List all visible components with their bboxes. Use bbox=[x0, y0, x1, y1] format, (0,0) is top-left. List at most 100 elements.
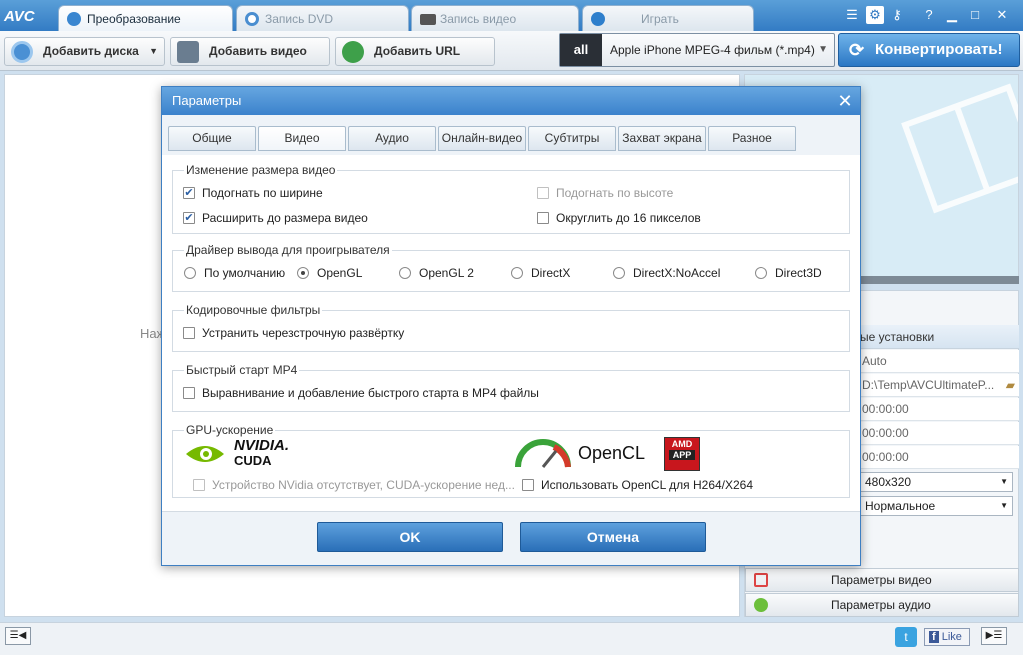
app-logo: AVC bbox=[4, 8, 35, 25]
profile-label: Apple iPhone MPEG-4 фильм (*.mp4) bbox=[610, 43, 815, 57]
resolution-select[interactable]: 480x320 ▼ bbox=[860, 472, 1013, 492]
tab-subtitles[interactable]: Субтитры bbox=[528, 126, 616, 151]
driver-direct3d-radio[interactable] bbox=[755, 267, 767, 279]
driver-directx-noaccel-radio[interactable] bbox=[613, 267, 625, 279]
deinterlace-checkbox[interactable] bbox=[183, 327, 195, 339]
ok-button[interactable]: OK bbox=[317, 522, 503, 552]
dialog-footer bbox=[162, 511, 860, 565]
deinterlace-label: Устранить черезстрочную развёртку bbox=[202, 326, 405, 340]
driver-directx-noaccel-label: DirectX:NoAccel bbox=[633, 266, 721, 280]
opencl-logo: OpenCL bbox=[578, 443, 646, 463]
collapse-left-button[interactable]: ☰◀ bbox=[5, 627, 31, 645]
cuda-logo: CUDA bbox=[234, 453, 272, 468]
convert-button[interactable]: ⟳ Конвертировать! bbox=[838, 33, 1020, 67]
disc-icon bbox=[11, 41, 33, 63]
video-params-button[interactable]: Параметры видео bbox=[745, 568, 1019, 592]
quality-select[interactable]: Нормальное ▼ bbox=[860, 496, 1013, 516]
audio-params-button[interactable]: Параметры аудио bbox=[745, 593, 1019, 617]
nvidia-eye-icon bbox=[184, 440, 226, 468]
driver-opengl-radio[interactable] bbox=[297, 267, 309, 279]
chevron-down-icon: ▼ bbox=[1000, 477, 1008, 486]
driver-opengl2-radio[interactable] bbox=[399, 267, 411, 279]
opencl-checkbox[interactable] bbox=[522, 479, 534, 491]
add-url-button[interactable]: Добавить URL bbox=[335, 37, 495, 66]
expand-checkbox[interactable]: ✔ bbox=[183, 212, 195, 224]
facebook-icon: f bbox=[929, 631, 939, 643]
driver-opengl2-label: OpenGL 2 bbox=[419, 266, 474, 280]
amd-app-logo: AMD APP bbox=[664, 437, 700, 471]
resize-group-title: Изменение размера видео bbox=[184, 163, 338, 177]
driver-default-radio[interactable] bbox=[184, 267, 196, 279]
close-icon[interactable]: ✕ bbox=[993, 6, 1011, 24]
output-folder-row[interactable]: D:\Temp\AVCUltimateP... ▰ bbox=[860, 374, 1019, 397]
faststart-label: Выравнивание и добавление быстрого старт… bbox=[202, 386, 539, 400]
collapse-right-button[interactable]: ▶☰ bbox=[981, 627, 1007, 645]
audio-params-icon bbox=[754, 598, 768, 612]
record-icon bbox=[420, 14, 436, 25]
opencl-gauge-icon bbox=[514, 439, 572, 469]
end-time-row[interactable]: 00:00:00 bbox=[860, 422, 1019, 445]
driver-directx-radio[interactable] bbox=[511, 267, 523, 279]
tab-video[interactable]: Видео bbox=[258, 126, 346, 151]
cancel-button[interactable]: Отмена bbox=[520, 522, 706, 552]
minimize-icon[interactable]: ▁ bbox=[943, 6, 961, 24]
start-time-row[interactable]: 00:00:00 bbox=[860, 398, 1019, 421]
video-params-icon bbox=[754, 573, 768, 587]
gear-icon[interactable]: ⚙ bbox=[866, 6, 884, 24]
dialog-title: Параметры bbox=[162, 87, 860, 115]
tab-convert[interactable]: Преобразование bbox=[58, 5, 233, 31]
tab-screen-capture[interactable]: Захват экрана bbox=[618, 126, 706, 151]
driver-directx-label: DirectX bbox=[531, 266, 571, 280]
fit-height-checkbox[interactable] bbox=[537, 187, 549, 199]
driver-group-title: Драйвер вывода для проигрывателя bbox=[184, 243, 392, 257]
chevron-down-icon: ▼ bbox=[149, 46, 158, 56]
tab-audio[interactable]: Аудио bbox=[348, 126, 436, 151]
gpu-group-title: GPU-ускорение bbox=[184, 423, 276, 437]
setting-value-row[interactable]: Auto bbox=[860, 350, 1019, 373]
tab-burn-dvd[interactable]: Запись DVD bbox=[236, 5, 409, 31]
driver-opengl-label: OpenGL bbox=[317, 266, 363, 280]
folder-icon[interactable]: ▰ bbox=[1006, 374, 1015, 397]
expand-label: Расширить до размера видео bbox=[202, 211, 368, 225]
fit-width-checkbox[interactable]: ✔ bbox=[183, 187, 195, 199]
help-icon[interactable]: ? bbox=[920, 6, 938, 24]
tab-play[interactable]: Играть bbox=[582, 5, 754, 31]
dialog-close-icon[interactable]: ✕ bbox=[834, 90, 856, 112]
list-icon[interactable]: ☰ bbox=[843, 6, 861, 24]
cuda-label: Устройство NVidia отсутствует, CUDA-уско… bbox=[212, 478, 515, 492]
convert-icon bbox=[67, 12, 81, 26]
fit-width-label: Подогнать по ширине bbox=[202, 186, 323, 200]
nvidia-logo: NVIDIA. bbox=[234, 437, 290, 454]
driver-default-label: По умолчанию bbox=[204, 266, 286, 280]
duration-row[interactable]: 00:00:00 bbox=[860, 446, 1019, 469]
twitter-icon[interactable]: t bbox=[895, 627, 917, 647]
film-icon bbox=[177, 41, 199, 63]
facebook-like-button[interactable]: f Like bbox=[924, 628, 970, 646]
maximize-icon[interactable]: □ bbox=[966, 6, 984, 24]
driver-direct3d-label: Direct3D bbox=[775, 266, 822, 280]
settings-dialog: Параметры ✕ Общие Видео Аудио Онлайн-вид… bbox=[161, 86, 861, 566]
add-video-button[interactable]: Добавить видео bbox=[170, 37, 330, 66]
filters-group-title: Кодировочные фильтры bbox=[184, 303, 323, 317]
profile-icon: all bbox=[560, 34, 602, 66]
opencl-label: Использовать OpenCL для H264/X264 bbox=[541, 478, 754, 492]
tab-record-video[interactable]: Запись видео bbox=[411, 5, 579, 31]
play-icon bbox=[591, 12, 605, 26]
mp4-group-title: Быстрый старт MP4 bbox=[184, 363, 300, 377]
round16-checkbox[interactable] bbox=[537, 212, 549, 224]
fit-height-label: Подогнать по высоте bbox=[556, 186, 674, 200]
key-icon[interactable]: ⚷ bbox=[888, 6, 906, 24]
cuda-checkbox[interactable] bbox=[193, 479, 205, 491]
tab-misc[interactable]: Разное bbox=[708, 126, 796, 151]
disc-icon bbox=[245, 12, 259, 26]
profile-select[interactable]: all Apple iPhone MPEG-4 фильм (*.mp4) ▼ bbox=[559, 33, 835, 67]
add-disc-button[interactable]: Добавить диска ▼ bbox=[4, 37, 165, 66]
globe-icon bbox=[342, 41, 364, 63]
tab-online-video[interactable]: Онлайн-видео bbox=[438, 126, 526, 151]
tab-general[interactable]: Общие bbox=[168, 126, 256, 151]
refresh-icon: ⟳ bbox=[849, 40, 865, 60]
status-bar bbox=[0, 622, 1023, 655]
faststart-checkbox[interactable] bbox=[183, 387, 195, 399]
chevron-down-icon: ▼ bbox=[818, 44, 828, 55]
dialog-tabs: Общие Видео Аудио Онлайн-видео Субтитры … bbox=[162, 115, 860, 155]
